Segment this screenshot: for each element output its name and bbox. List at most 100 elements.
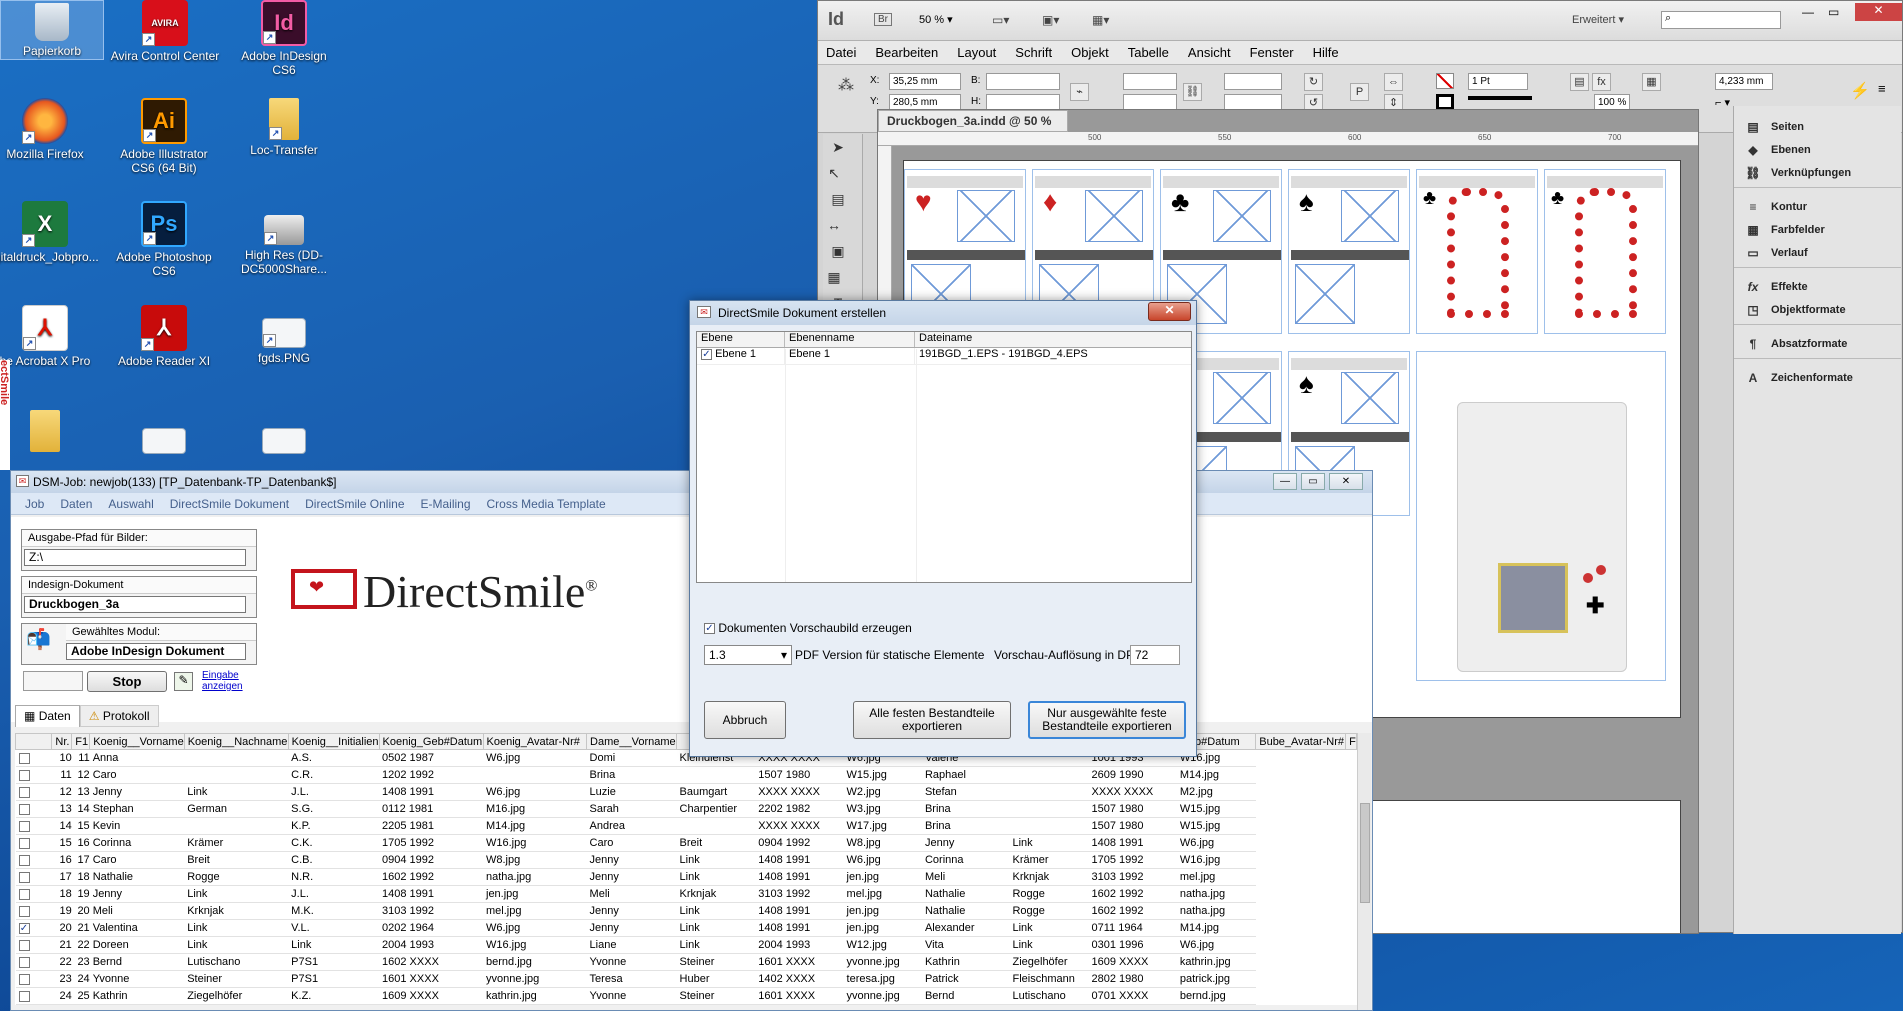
page-tool-icon[interactable]: ▤: [827, 188, 849, 210]
card-frame[interactable]: ♠: [1288, 169, 1410, 334]
panel-farbfelder[interactable]: ▦ Farbfelder: [1734, 218, 1901, 241]
gap-tool-icon[interactable]: ↔: [823, 214, 845, 236]
selection-tool-icon[interactable]: ➤: [827, 136, 849, 158]
scale-x-field[interactable]: [1123, 73, 1177, 90]
row-checkbox[interactable]: [18, 939, 30, 951]
stroke-weight-field[interactable]: 1 Pt: [1468, 73, 1528, 90]
card-frame[interactable]: ♣: [1544, 169, 1666, 334]
menu-tabelle[interactable]: Tabelle: [1128, 45, 1169, 60]
column-header[interactable]: Koenig__Nachname: [183, 733, 289, 750]
row-select-cell[interactable]: [15, 987, 52, 1005]
desktop-icon-folder-2[interactable]: [0, 410, 100, 455]
row-select-cell[interactable]: [15, 936, 52, 954]
row-select-cell[interactable]: [15, 766, 52, 784]
content-collector-icon[interactable]: ▣: [827, 240, 849, 262]
menu-hilfe[interactable]: Hilfe: [1313, 45, 1339, 60]
table-row[interactable]: 11 12 Caro C.R. 1202 1992 Brina 1507 1980 W15.j…: [15, 766, 1357, 784]
menu-schrift[interactable]: Schrift: [1015, 45, 1052, 60]
panel-verlauf[interactable]: ▭ Verlauf: [1734, 241, 1901, 264]
menu-job[interactable]: Job: [25, 497, 44, 511]
constrain-icon[interactable]: ⌁: [1070, 83, 1089, 101]
desktop-icon-firefox[interactable]: ↗ Mozilla Firefox: [0, 98, 100, 161]
row-select-cell[interactable]: [15, 953, 52, 971]
text-frame-icon[interactable]: P: [1350, 83, 1369, 101]
panel-menu-icon[interactable]: ≡: [1878, 81, 1886, 96]
workspace-select[interactable]: Erweitert ▾: [1572, 13, 1624, 26]
menu-fenster[interactable]: Fenster: [1250, 45, 1294, 60]
x-field[interactable]: 35,25 mm: [889, 73, 961, 90]
menu-auswahl[interactable]: Auswahl: [108, 497, 153, 511]
corner-size-field[interactable]: 4,233 mm: [1715, 73, 1773, 90]
table-row[interactable]: ✓ 20 21 Valentina Link V.L. 0202 1964 W6.jpg Jen…: [15, 919, 1357, 937]
close-button[interactable]: ✕: [1855, 3, 1902, 21]
row-select-cell[interactable]: [15, 834, 52, 852]
panel-absatzformate[interactable]: ¶ Absatzformate: [1734, 332, 1901, 355]
desktop-icon-photoshop[interactable]: Ps ↗ Adobe Photoshop CS6: [109, 201, 219, 278]
table-row[interactable]: 14 15 Kevin K.P. 2205 1981 M14.jpg Andrea XXXX …: [15, 817, 1357, 835]
row-select-cell[interactable]: [15, 885, 52, 903]
column-header[interactable]: Koenig_Geb#Datum: [378, 733, 484, 750]
fx-icon[interactable]: fx: [1592, 73, 1611, 91]
minimize-button[interactable]: —: [1273, 473, 1297, 490]
table-row[interactable]: 23 24 Yvonne Steiner P7S1 1601 XXXX yvonne.jpg…: [15, 970, 1357, 988]
row-select-cell[interactable]: ✓: [15, 919, 52, 937]
menu-datei[interactable]: Datei: [826, 45, 856, 60]
search-field[interactable]: ⌕: [1661, 11, 1781, 29]
table-row[interactable]: 18 19 Jenny Link J.L. 1408 1991 jen.jpg Meli Krk…: [15, 885, 1357, 903]
column-header[interactable]: Nr.: [51, 733, 73, 750]
table-row[interactable]: 16 17 Caro Breit C.B. 0904 1992 W8.jpg Jenny Lin…: [15, 851, 1357, 869]
document-tab[interactable]: Druckbogen_3a.indd @ 50 % ×: [878, 110, 1068, 142]
row-select-cell[interactable]: [15, 970, 52, 988]
arrange-docs-icon[interactable]: ▦▾: [1092, 13, 1109, 27]
maximize-button[interactable]: ▭: [1828, 5, 1839, 19]
width-field[interactable]: [986, 73, 1060, 90]
desktop-icon-png-2[interactable]: [109, 428, 219, 457]
row-select-cell[interactable]: [15, 783, 52, 801]
table-row[interactable]: 24 25 Kathrin Ziegelhöfer K.Z. 1609 XXXX kathr…: [15, 987, 1357, 1005]
column-header[interactable]: Koenig__Initialien: [287, 733, 380, 750]
menu-layout[interactable]: Layout: [957, 45, 996, 60]
menu-daten[interactable]: Daten: [60, 497, 92, 511]
desktop-icon-loc-transfer[interactable]: ↗ Loc-Transfer: [229, 98, 339, 157]
row-checkbox[interactable]: [18, 871, 30, 883]
table-row[interactable]: 22 23 Bernd Lutischano P7S1 1602 XXXX bernd.jp…: [15, 953, 1357, 971]
row-checkbox[interactable]: ✓: [18, 922, 30, 934]
table-row[interactable]: 15 16 Corinna Krämer C.K. 1705 1992 W16.jpg Car…: [15, 834, 1357, 852]
rotate-cw-icon[interactable]: ↻: [1304, 73, 1323, 91]
row-select-cell[interactable]: [15, 800, 52, 818]
column-header[interactable]: F: [1345, 733, 1357, 750]
panel-objektformate[interactable]: ◳ Objektformate: [1734, 298, 1901, 321]
screen-mode-icon[interactable]: ▣▾: [1042, 13, 1059, 27]
maximize-button[interactable]: ▭: [1301, 473, 1325, 490]
edit-input-icon[interactable]: ✎: [174, 672, 193, 691]
quick-apply-icon[interactable]: ⚡: [1850, 81, 1870, 101]
zoom-select[interactable]: 50 % ▾: [919, 13, 953, 26]
row-checkbox[interactable]: [18, 990, 30, 1002]
table-row[interactable]: 21 22 Doreen Link Link 2004 1993 W16.jpg Liane L…: [15, 936, 1357, 954]
export-selected-button[interactable]: Nur ausgewählte feste Bestandteile expor…: [1028, 701, 1186, 739]
panel-kontur[interactable]: ≡ Kontur: [1734, 195, 1901, 218]
row-checkbox[interactable]: [18, 752, 30, 764]
stroke-swatch-icon[interactable]: [1436, 94, 1454, 110]
row-select-cell[interactable]: [15, 851, 52, 869]
row-checkbox[interactable]: [18, 973, 30, 985]
close-button[interactable]: ✕: [1329, 473, 1363, 490]
desktop-icon-acrobat[interactable]: ⅄ ↗ be Acrobat X Pro: [0, 305, 100, 368]
wrap-icon[interactable]: ▤: [1570, 73, 1589, 91]
table-row[interactable]: 19 20 Meli Krknjak M.K. 3103 1992 mel.jpg Jenny…: [15, 902, 1357, 920]
card-frame[interactable]: ♣: [1416, 169, 1538, 334]
panel-zeichenformate[interactable]: A Zeichenformate: [1734, 366, 1901, 389]
stroke-type-select[interactable]: [1468, 96, 1532, 106]
content-placer-icon[interactable]: ▦: [823, 266, 845, 288]
dpi-field[interactable]: 72: [1130, 645, 1180, 665]
direct-selection-tool-icon[interactable]: ↖: [823, 162, 845, 184]
row-select-cell[interactable]: [15, 902, 52, 920]
row-checkbox[interactable]: [18, 769, 30, 781]
desktop-icon-excel[interactable]: X ↗ igitaldruck_Jobpro...: [0, 201, 100, 264]
desktop-icon-indesign[interactable]: Id ↗ Adobe InDesign CS6: [229, 0, 339, 77]
layer-checkbox[interactable]: ✓: [701, 348, 712, 360]
rotate-field[interactable]: [1224, 73, 1282, 90]
desktop-icon-illustrator[interactable]: Ai ↗ Adobe Illustrator CS6 (64 Bit): [109, 98, 219, 175]
column-header[interactable]: Bube_Avatar-Nr#: [1255, 733, 1347, 750]
row-checkbox[interactable]: [18, 905, 30, 917]
